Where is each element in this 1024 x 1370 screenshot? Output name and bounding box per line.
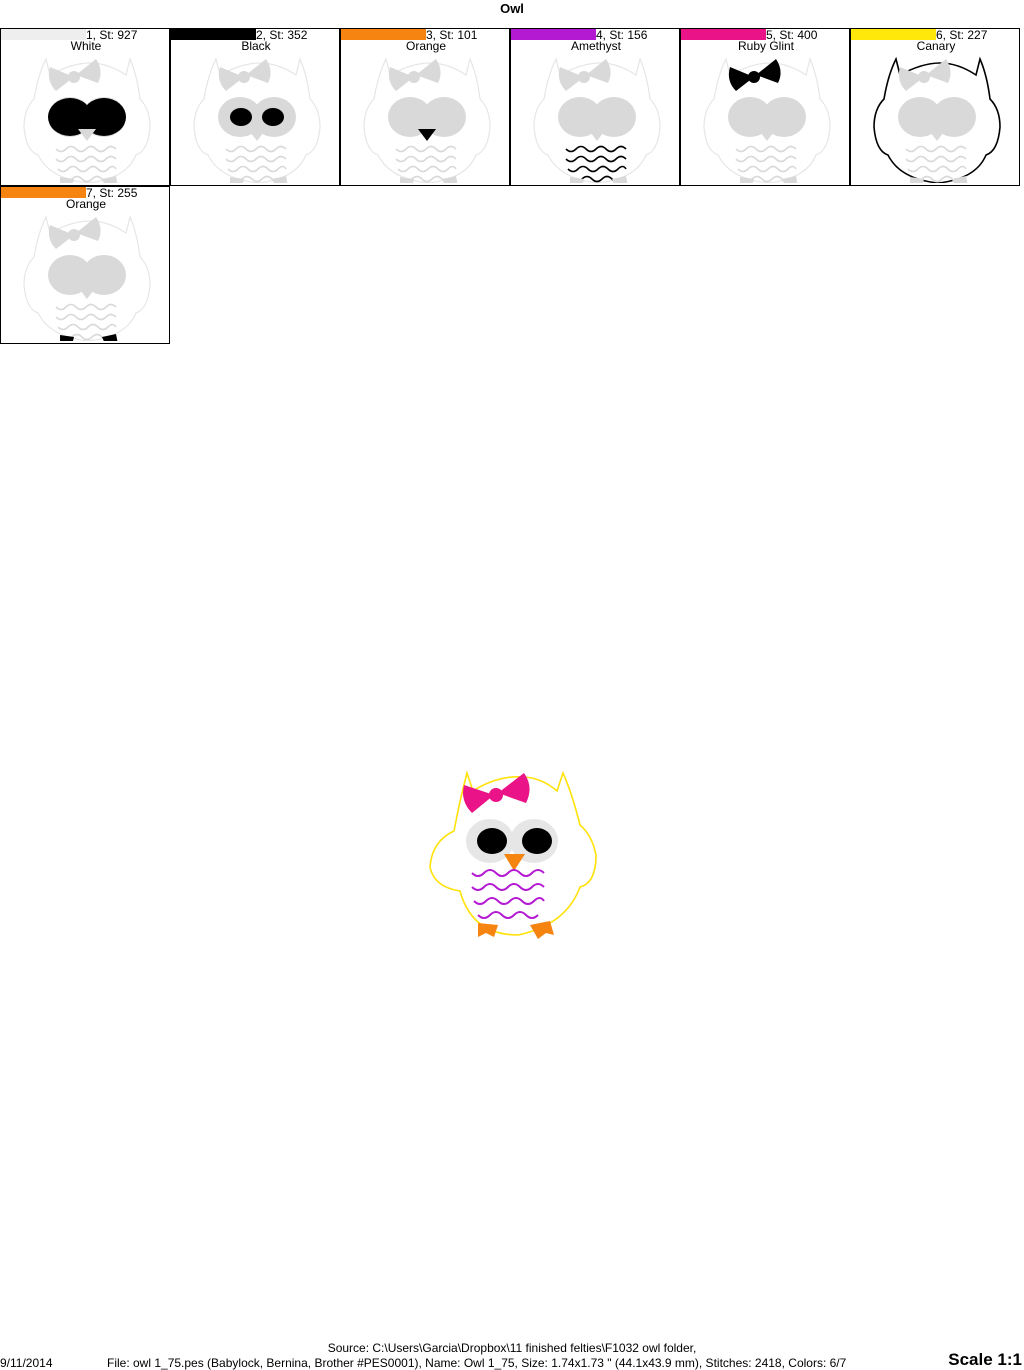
thread-step-card: 3, St: 101 Orange <box>340 28 510 186</box>
thread-step-card: 5, St: 400 Ruby Glint <box>680 28 850 186</box>
eye <box>262 108 284 126</box>
owl-step-thumbnail <box>193 57 321 183</box>
thread-step-card: 2, St: 352 Black <box>170 28 340 186</box>
bow-knot <box>68 229 80 241</box>
bow-knot <box>578 71 590 83</box>
eye <box>230 108 252 126</box>
source-path: Source: C:\Users\Garcia\Dropbox\11 finis… <box>327 1341 697 1355</box>
left-eye <box>477 828 507 854</box>
bow-knot <box>68 71 80 83</box>
footer-info: Source: C:\Users\Garcia\Dropbox\11 finis… <box>0 1339 1024 1370</box>
page-title: Owl <box>500 1 524 16</box>
thread-step-card: 6, St: 227 Canary <box>850 28 1020 186</box>
bow-knot <box>918 71 930 83</box>
owl-step-thumbnail <box>703 57 831 183</box>
thread-step-card: 7, St: 255 Orange <box>0 186 170 344</box>
file-info: File: owl 1_75.pes (Babylock, Bernina, B… <box>107 1356 847 1370</box>
bow-knot <box>748 71 760 83</box>
owl-step-thumbnail <box>873 56 1001 183</box>
thread-step-card: 1, St: 927 White <box>0 28 170 186</box>
owl-step-thumbnail <box>23 57 151 183</box>
bow-knot <box>408 71 420 83</box>
owl-step-thumbnail <box>23 215 151 341</box>
thread-step-card: 4, St: 156 Amethyst <box>510 28 680 186</box>
bow-knot <box>238 71 250 83</box>
print-date: 9/11/2014 <box>0 1356 53 1370</box>
scale-label: Scale 1:1 <box>948 1350 1022 1369</box>
right-eye <box>522 828 552 854</box>
owl-step-thumbnail <box>533 57 661 183</box>
owl-design-preview <box>429 770 597 939</box>
owl-step-thumbnail <box>363 57 491 183</box>
